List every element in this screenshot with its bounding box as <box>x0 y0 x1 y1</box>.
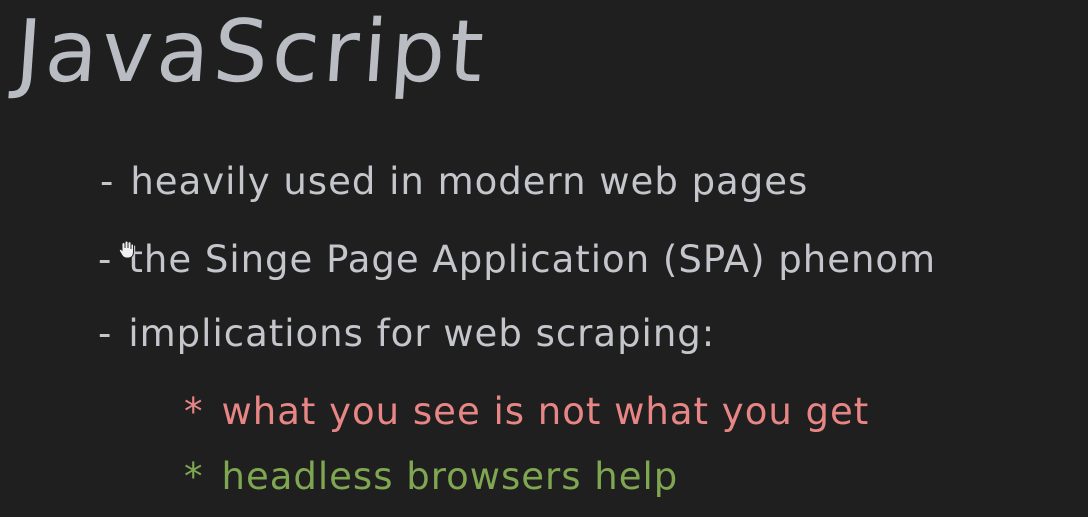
sub-bullet-item: * headless browsers help <box>184 455 678 498</box>
sub-bullet-item: * what you see is not what you get <box>184 390 869 433</box>
sub-bullet-text: what you see is not what you get <box>221 390 870 433</box>
sub-bullet-star: * <box>184 455 204 498</box>
slide-title: JavaScript <box>12 2 491 102</box>
whiteboard-canvas[interactable]: JavaScript - heavily used in modern web p… <box>0 0 1088 517</box>
bullet-text: the Singe Page Application (SPA) phenom <box>128 238 937 281</box>
bullet-item: - implications for web scraping: <box>98 312 715 355</box>
bullet-dash: - <box>98 238 113 281</box>
bullet-text: implications for web scraping: <box>128 312 716 355</box>
sub-bullet-text: headless browsers help <box>221 455 679 498</box>
bullet-item: - the Singe Page Application (SPA) phenom <box>98 238 936 281</box>
bullet-text: heavily used in modern web pages <box>130 160 809 203</box>
bullet-dash: - <box>100 160 115 203</box>
sub-bullet-star: * <box>184 390 204 433</box>
bullet-dash: - <box>98 312 113 355</box>
bullet-item: - heavily used in modern web pages <box>100 160 808 203</box>
hand-grab-icon <box>118 240 134 259</box>
